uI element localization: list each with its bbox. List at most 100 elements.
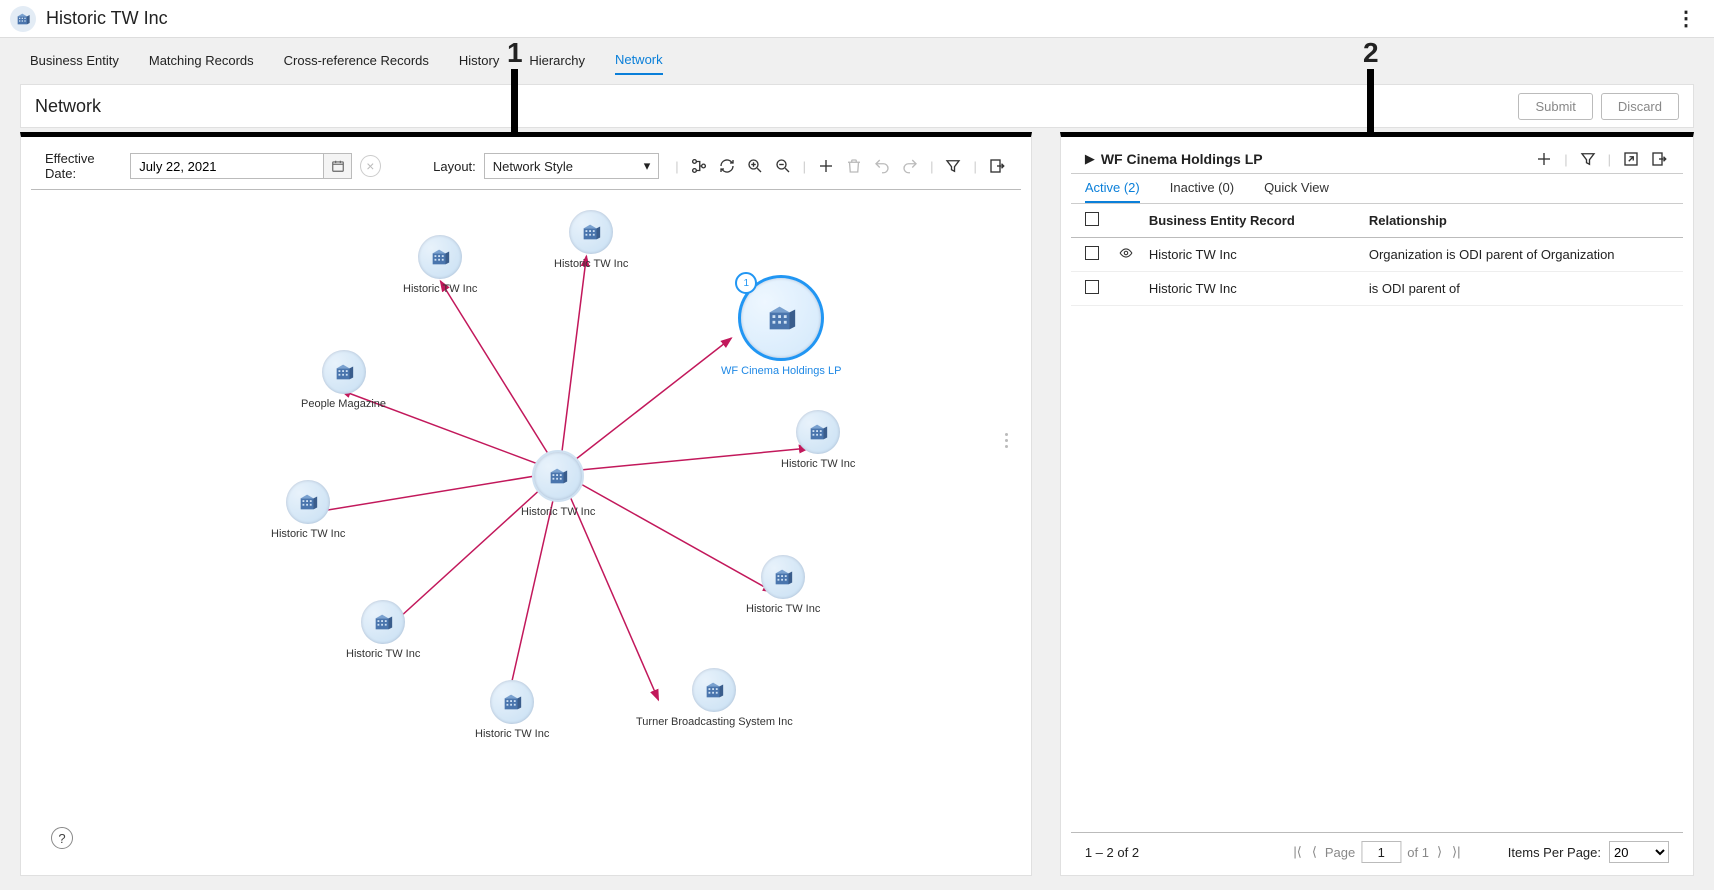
building-icon[interactable] <box>418 235 462 279</box>
eye-icon[interactable] <box>1119 248 1133 263</box>
calendar-icon[interactable] <box>323 154 351 178</box>
node-label: Historic TW Inc <box>403 283 477 295</box>
layout-label: Layout: <box>433 159 476 174</box>
tab-network[interactable]: Network <box>615 52 663 75</box>
graph-node[interactable]: Historic TW Inc <box>271 480 345 540</box>
pane-resize-handle[interactable] <box>1003 433 1009 453</box>
separator: | <box>801 159 808 174</box>
network-graph-panel: Effective Date: × Layout: Network Style … <box>20 132 1032 876</box>
node-label: Historic TW Inc <box>475 728 549 740</box>
col-header-entity[interactable]: Business Entity Record <box>1149 213 1369 228</box>
building-icon[interactable] <box>796 410 840 454</box>
row-checkbox[interactable] <box>1085 246 1099 260</box>
row-checkbox[interactable] <box>1085 280 1099 294</box>
building-icon[interactable] <box>361 600 405 644</box>
table-row[interactable]: Historic TW Inc is ODI parent of <box>1071 272 1683 306</box>
tab-active-relationships[interactable]: Active (2) <box>1085 180 1140 203</box>
layout-select[interactable]: Network Style ▾ <box>484 153 659 179</box>
graph-node[interactable]: Historic TW Inc <box>746 555 820 615</box>
building-icon[interactable] <box>532 450 584 502</box>
graph-node[interactable]: Turner Broadcasting System Inc <box>636 668 793 728</box>
pager-prev-icon[interactable]: ⟨ <box>1310 844 1319 860</box>
building-icon[interactable] <box>322 350 366 394</box>
layout-select-value: Network Style <box>493 159 573 174</box>
tab-quick-view[interactable]: Quick View <box>1264 180 1329 203</box>
items-per-page-label: Items Per Page: <box>1508 845 1601 860</box>
effective-date-label: Effective Date: <box>45 151 122 181</box>
org-chart-icon[interactable] <box>689 156 709 176</box>
discard-button[interactable]: Discard <box>1601 93 1679 120</box>
graph-node[interactable]: Historic TW Inc <box>346 600 420 660</box>
building-icon[interactable] <box>569 210 613 254</box>
filter-icon[interactable] <box>943 156 963 176</box>
submit-button[interactable]: Submit <box>1518 93 1592 120</box>
tab-cross-reference[interactable]: Cross-reference Records <box>284 53 429 74</box>
node-label: Historic TW Inc <box>746 603 820 615</box>
col-header-relationship[interactable]: Relationship <box>1369 213 1669 228</box>
building-icon[interactable] <box>692 668 736 712</box>
pager-page-label: Page <box>1325 845 1355 860</box>
help-icon[interactable]: ? <box>51 827 73 849</box>
node-label: Turner Broadcasting System Inc <box>636 716 793 728</box>
effective-date-field[interactable] <box>131 154 323 178</box>
cell-relationship: Organization is ODI parent of Organizati… <box>1369 247 1669 262</box>
node-label: Historic TW Inc <box>346 648 420 660</box>
section-header: Network Submit Discard 1 2 <box>20 84 1694 128</box>
expand-caret-icon[interactable]: ▶ <box>1085 151 1095 167</box>
graph-node[interactable]: Historic TW Inc <box>403 235 477 295</box>
annotation-1: 1 <box>507 37 523 69</box>
add-icon[interactable] <box>816 156 836 176</box>
refresh-icon[interactable] <box>717 156 737 176</box>
node-label: Historic TW Inc <box>781 458 855 470</box>
graph-node[interactable]: Historic TW Inc <box>781 410 855 470</box>
pager-last-icon[interactable]: ⟩| <box>1450 844 1462 860</box>
delete-icon[interactable] <box>844 156 864 176</box>
zoom-in-icon[interactable] <box>745 156 765 176</box>
cell-relationship: is ODI parent of <box>1369 281 1669 296</box>
tab-hierarchy[interactable]: Hierarchy <box>529 53 585 74</box>
separator: | <box>928 159 935 174</box>
building-icon[interactable]: 1 <box>738 275 824 361</box>
tab-matching-records[interactable]: Matching Records <box>149 53 254 74</box>
page-title: Network <box>35 96 101 117</box>
undo-icon[interactable] <box>872 156 892 176</box>
relationships-panel: ▶ WF Cinema Holdings LP | | <box>1060 132 1694 876</box>
graph-node[interactable]: People Magazine <box>301 350 386 410</box>
items-per-page-select[interactable]: 20 <box>1609 841 1669 863</box>
graph-node[interactable]: Historic TW Inc <box>475 680 549 740</box>
network-graph[interactable]: Historic TW Inc Historic TW Inc People Mag… <box>21 190 1031 826</box>
node-badge: 1 <box>735 272 757 294</box>
node-label: Historic TW Inc <box>271 528 345 540</box>
clear-date-icon[interactable]: × <box>360 155 380 177</box>
kebab-menu-icon[interactable]: ⋮ <box>1668 2 1704 35</box>
redo-icon[interactable] <box>900 156 920 176</box>
tab-history[interactable]: History <box>459 53 499 74</box>
node-label: WF Cinema Holdings LP <box>721 365 841 377</box>
building-icon[interactable] <box>761 555 805 599</box>
pager-first-icon[interactable]: |⟨ <box>1291 844 1303 860</box>
annotation-2: 2 <box>1363 37 1379 69</box>
export-icon[interactable] <box>987 156 1007 176</box>
relationships-title: WF Cinema Holdings LP <box>1101 151 1263 167</box>
export-relationships-icon[interactable] <box>1649 149 1669 169</box>
zoom-out-icon[interactable] <box>773 156 793 176</box>
add-relationship-icon[interactable] <box>1534 149 1554 169</box>
main-body: Effective Date: × Layout: Network Style … <box>0 132 1714 890</box>
pager-next-icon[interactable]: ⟩ <box>1435 844 1444 860</box>
node-label: Historic TW Inc <box>521 506 595 518</box>
filter-relationships-icon[interactable] <box>1578 149 1598 169</box>
building-icon[interactable] <box>490 680 534 724</box>
building-icon[interactable] <box>286 480 330 524</box>
open-external-icon[interactable] <box>1621 149 1641 169</box>
graph-node[interactable]: 1 WF Cinema Holdings LP <box>721 275 841 377</box>
graph-node[interactable]: Historic TW Inc <box>554 210 628 270</box>
table-row[interactable]: Historic TW Inc Organization is ODI pare… <box>1071 238 1683 272</box>
pager-page-input[interactable] <box>1361 841 1401 863</box>
effective-date-input[interactable] <box>130 153 352 179</box>
relationships-header: ▶ WF Cinema Holdings LP | | <box>1071 141 1683 174</box>
tab-business-entity[interactable]: Business Entity <box>30 53 119 74</box>
select-all-checkbox[interactable] <box>1085 212 1099 226</box>
tab-inactive-relationships[interactable]: Inactive (0) <box>1170 180 1234 203</box>
graph-node[interactable]: Historic TW Inc <box>521 450 595 518</box>
cell-entity: Historic TW Inc <box>1149 281 1369 296</box>
